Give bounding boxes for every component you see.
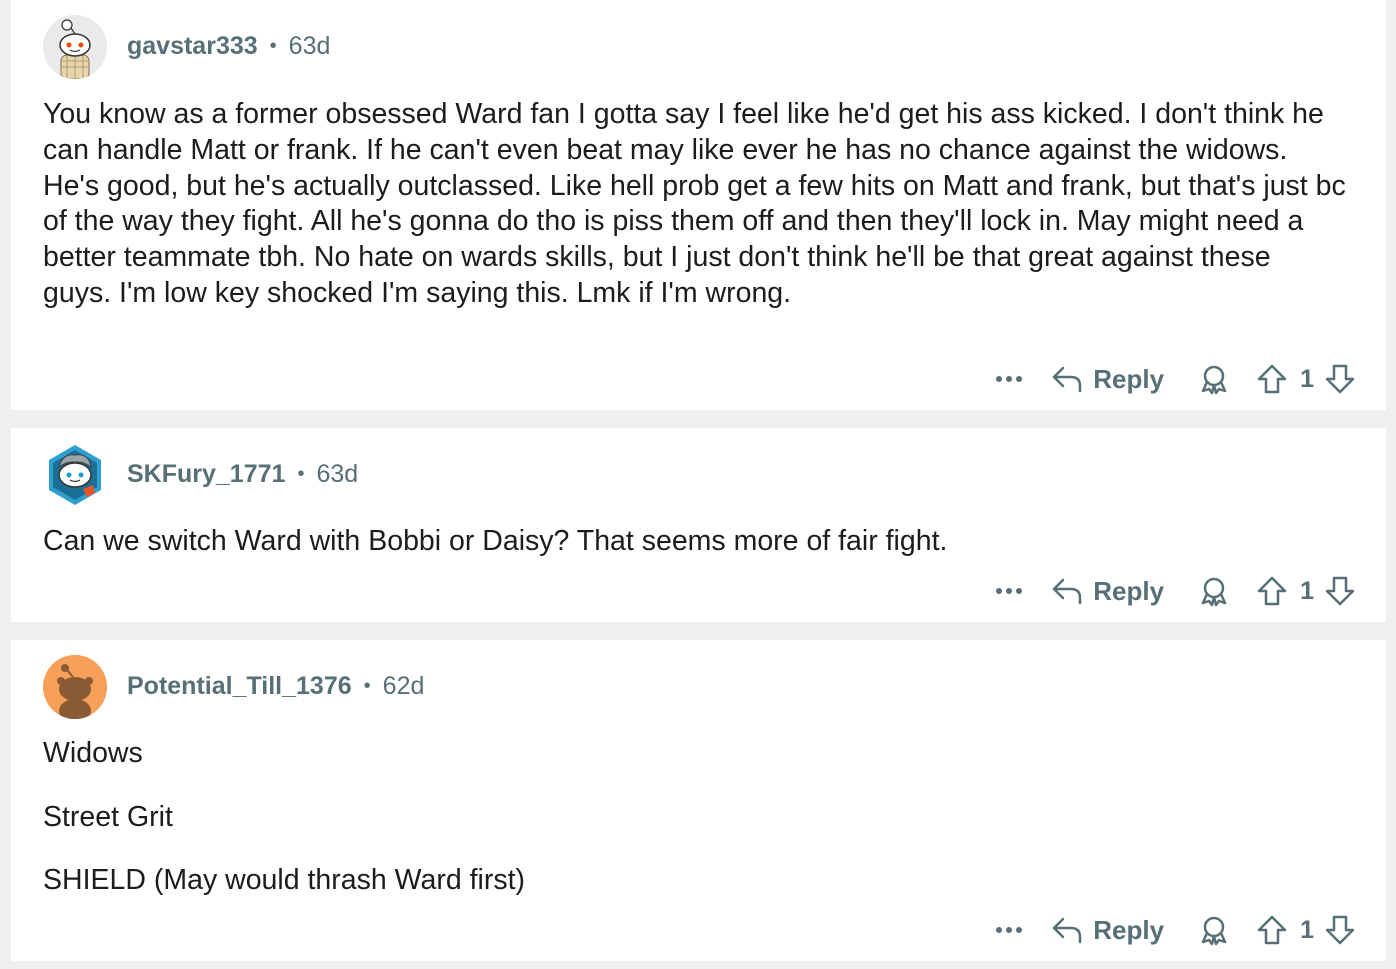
comment-paragraph: Widows (43, 737, 143, 769)
comment-card: SKFury_1771 • 63d Can we switch Ward wit… (11, 428, 1386, 622)
comment-age: 63d (288, 32, 331, 60)
snoo-avatar-icon (43, 655, 107, 719)
vote-score: 1 (1300, 576, 1314, 605)
comment-card: Potential_Till_1376 • 62d Widows Street … (11, 640, 1386, 961)
comment-paragraph: Can we switch Ward with Bobbi or Daisy? … (43, 525, 948, 557)
comment-meta: gavstar333 • 63d (127, 32, 330, 61)
comment-body: Can we switch Ward with Bobbi or Daisy? … (43, 524, 1346, 560)
more-icon[interactable] (989, 576, 1029, 606)
comment-actions: Reply 1 (989, 569, 1356, 613)
award-icon[interactable] (1198, 575, 1230, 607)
separator-dot: • (297, 463, 305, 485)
snoo-avatar-icon (43, 15, 107, 79)
separator-dot: • (363, 675, 371, 697)
reply-arrow-icon (1051, 916, 1093, 944)
upvote-arrow-icon[interactable] (1256, 363, 1288, 395)
avatar[interactable] (43, 655, 107, 719)
downvote-arrow-icon[interactable] (1324, 914, 1356, 946)
reply-label: Reply (1093, 914, 1165, 945)
comment-paragraph: You know as a former obsessed Ward fan I… (43, 98, 1346, 309)
upvote-arrow-icon[interactable] (1256, 575, 1288, 607)
more-icon[interactable] (989, 364, 1029, 394)
reply-button[interactable]: Reply (1051, 915, 1164, 946)
reply-arrow-icon (1051, 365, 1093, 393)
reply-button[interactable]: Reply (1051, 364, 1164, 395)
comment-meta: SKFury_1771 • 63d (127, 460, 358, 489)
comment-body: Widows Street Grit SHIELD (May would thr… (43, 735, 1346, 926)
downvote-arrow-icon[interactable] (1324, 575, 1356, 607)
username[interactable]: SKFury_1771 (127, 460, 285, 489)
avatar[interactable] (43, 443, 107, 507)
snoo-avatar-icon (49, 445, 101, 505)
reply-label: Reply (1093, 363, 1165, 394)
vote-control: 1 (1256, 575, 1356, 607)
separator-dot: • (269, 35, 277, 57)
comment-age: 63d (316, 460, 359, 488)
username[interactable]: gavstar333 (127, 32, 258, 61)
comment-age: 62d (382, 672, 425, 700)
comment-card: gavstar333 • 63d You know as a former ob… (11, 0, 1386, 410)
comment-paragraph: Street Grit (43, 800, 173, 833)
vote-control: 1 (1256, 363, 1356, 395)
award-icon[interactable] (1198, 363, 1230, 395)
comment-actions: Reply 1 (989, 357, 1356, 401)
reply-arrow-icon (1051, 577, 1093, 605)
vote-score: 1 (1300, 364, 1314, 393)
username[interactable]: Potential_Till_1376 (127, 672, 352, 701)
reply-label: Reply (1093, 575, 1165, 606)
comment-meta: Potential_Till_1376 • 62d (127, 672, 424, 701)
vote-control: 1 (1256, 914, 1356, 946)
avatar[interactable] (43, 15, 107, 79)
upvote-arrow-icon[interactable] (1256, 914, 1288, 946)
award-icon[interactable] (1198, 914, 1230, 946)
vote-score: 1 (1300, 915, 1314, 944)
comment-actions: Reply 1 (989, 908, 1356, 952)
reply-button[interactable]: Reply (1051, 576, 1164, 607)
downvote-arrow-icon[interactable] (1324, 363, 1356, 395)
comment-paragraph: SHIELD (May would thrash Ward first) (43, 864, 525, 896)
comment-body: You know as a former obsessed Ward fan I… (43, 97, 1346, 312)
more-icon[interactable] (989, 915, 1029, 945)
